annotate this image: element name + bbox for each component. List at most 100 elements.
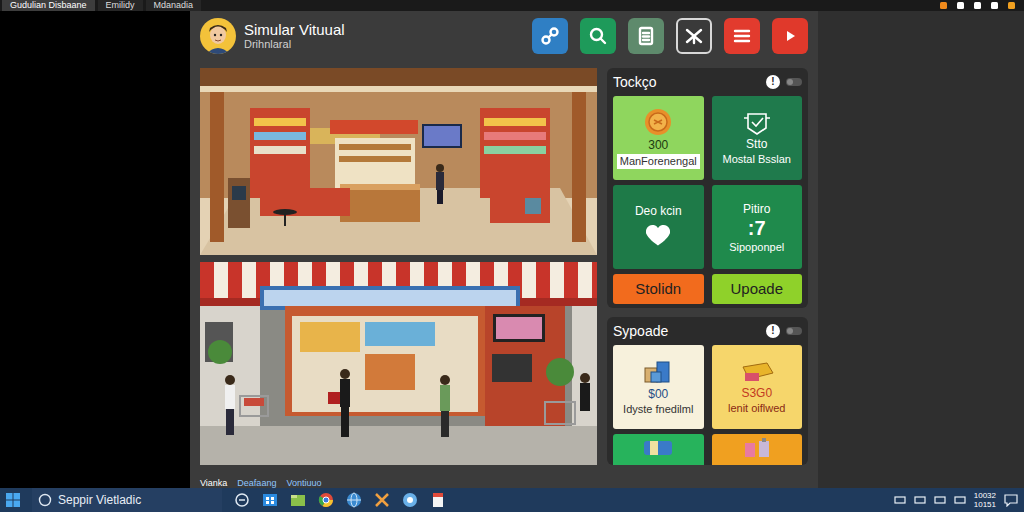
- search-text[interactable]: Seppir Vietladic: [58, 491, 141, 509]
- toolbar-button[interactable]: [724, 18, 760, 54]
- pen-icon[interactable]: [934, 494, 946, 506]
- title-block: Simular VituualDrihnlaral: [244, 21, 345, 51]
- clock[interactable]: 1003210151: [974, 491, 996, 509]
- panel-button[interactable]: Upoade: [712, 274, 803, 304]
- upgrade-item[interactable]: $00 Idyste fnedilml: [613, 345, 704, 429]
- stock-panel: Tockço! 300 ManForenengal SttoMostal Bsslan…: [607, 68, 808, 308]
- panel-toggle[interactable]: [786, 327, 802, 335]
- card-value: 300: [648, 139, 668, 152]
- card-title: Pitiro: [743, 203, 770, 216]
- app-icon[interactable]: [402, 492, 418, 508]
- tools-icon[interactable]: [374, 492, 390, 508]
- panel-button[interactable]: Stolidn: [613, 274, 704, 304]
- toolbar: [532, 18, 808, 54]
- network-icon[interactable]: [914, 494, 926, 506]
- keyboard-icon[interactable]: [894, 494, 906, 506]
- browser-icon[interactable]: [318, 492, 334, 508]
- taskbar: Seppir Vietladic 1003210151: [0, 488, 1024, 512]
- game-subtitle: Drihnlaral: [244, 38, 345, 51]
- coin-icon: [643, 107, 673, 137]
- item-label: Idyste fnedilml: [623, 403, 693, 416]
- card-value: :7: [748, 218, 766, 239]
- panel-header: Sypoade!: [613, 317, 802, 345]
- avatar[interactable]: [200, 18, 236, 54]
- scene-column: ViankaDeafaangVontiuuo: [200, 68, 597, 465]
- game-header: Simular VituualDrihnlaral: [200, 11, 808, 61]
- toolbar-button[interactable]: [676, 18, 712, 54]
- game-window: Simular VituualDrihnlaral ViankaDeafaangV…: [190, 11, 818, 488]
- panel-header: Tockço!: [613, 68, 802, 96]
- window-control-icon[interactable]: [956, 1, 965, 10]
- card-label: ManForenengal: [617, 154, 700, 169]
- panel-title: Tockço: [613, 72, 657, 93]
- stock-card[interactable]: SttoMostal Bsslan: [712, 96, 803, 180]
- upgrade-item[interactable]: [712, 434, 803, 465]
- folder-icon[interactable]: [290, 492, 306, 508]
- play-icon: [780, 26, 800, 46]
- store-interior-view[interactable]: [200, 68, 597, 255]
- system-tray: 1003210151: [894, 491, 1018, 509]
- toggle-knob: [787, 328, 793, 334]
- game-title: Simular Vituual: [244, 21, 345, 38]
- stock-card[interactable]: 300 ManForenengal: [613, 96, 704, 180]
- upgrade-item[interactable]: S3G0 lenit oiflwed: [712, 345, 803, 429]
- info-icon[interactable]: !: [766, 324, 780, 338]
- upgrade-panel: Sypoade! $00 Idyste fnedilml S3G0 lenit oifl…: [607, 317, 808, 465]
- content: ViankaDeafaangVontiuuoTockço!300ManForen…: [200, 68, 808, 465]
- upgrade-items: $00 Idyste fnedilml S3G0 lenit oiflwed: [613, 345, 802, 465]
- info-icon[interactable]: !: [766, 75, 780, 89]
- browser-tab[interactable]: Mdanadia: [146, 0, 202, 11]
- clock-time: 10032: [974, 491, 996, 500]
- right-margin: [818, 11, 1024, 488]
- link-icon: [540, 26, 560, 46]
- window-control-icon[interactable]: [990, 1, 999, 10]
- panel-title: Sypoade: [613, 321, 668, 342]
- badge-icon: [742, 110, 772, 136]
- window-control-icon[interactable]: [1007, 1, 1016, 10]
- close-icon: [684, 26, 704, 46]
- can-icon: [638, 437, 678, 459]
- search-box[interactable]: Seppir Vietladic: [32, 488, 222, 512]
- stock-cards: 300 ManForenengal SttoMostal Bsslan Deo kci…: [613, 96, 802, 304]
- toolbar-button[interactable]: [532, 18, 568, 54]
- window-control-icon[interactable]: [973, 1, 982, 10]
- store-icon[interactable]: [262, 492, 278, 508]
- list-icon: [636, 26, 656, 46]
- card-label: Mostal Bsslan: [723, 153, 791, 166]
- window-controls: [939, 1, 1024, 10]
- upgrade-item[interactable]: [613, 434, 704, 465]
- toolbar-button[interactable]: [580, 18, 616, 54]
- browser-tab[interactable]: Emilidy: [98, 0, 143, 11]
- boxes-icon: [641, 358, 675, 386]
- item-price: S3G0: [741, 387, 772, 400]
- side-panels: Tockço! 300 ManForenengal SttoMostal Bsslan…: [607, 68, 808, 465]
- card-label: Sipoponpel: [729, 241, 784, 254]
- card-title: Deo kcin: [635, 205, 682, 218]
- item-price: $00: [648, 388, 668, 401]
- bottle-icon: [737, 437, 777, 459]
- toggle-knob: [787, 79, 793, 85]
- item-label: lenit oiflwed: [728, 402, 785, 415]
- browser-tab[interactable]: Gudulian Disbaane: [2, 0, 95, 11]
- search-icon: [38, 493, 52, 507]
- stock-card[interactable]: Pitiro :7 Sipoponpel: [712, 185, 803, 269]
- stock-card[interactable]: Deo kcin: [613, 185, 704, 269]
- storefront-view[interactable]: [200, 262, 597, 465]
- left-margin: [0, 11, 190, 488]
- scene-tabs: ViankaDeafaangVontiuuo: [200, 472, 597, 489]
- toolbar-button[interactable]: [628, 18, 664, 54]
- toolbar-button[interactable]: [772, 18, 808, 54]
- panel-toggle[interactable]: [786, 78, 802, 86]
- heart-icon: [643, 221, 673, 249]
- window-control-icon[interactable]: [939, 1, 948, 10]
- tab-strip: Gudulian DisbaaneEmilidyMdanadia: [0, 0, 1024, 11]
- globe-icon[interactable]: [346, 492, 362, 508]
- volume-icon[interactable]: [954, 494, 966, 506]
- windows-icon[interactable]: [6, 493, 20, 507]
- main-area: Simular VituualDrihnlaral ViankaDeafaangV…: [0, 11, 1024, 488]
- avatar-icon: [200, 18, 236, 54]
- task-view-icon[interactable]: [234, 492, 250, 508]
- document-icon[interactable]: [430, 492, 446, 508]
- menu-icon: [732, 26, 752, 46]
- notification-icon[interactable]: [1004, 493, 1018, 507]
